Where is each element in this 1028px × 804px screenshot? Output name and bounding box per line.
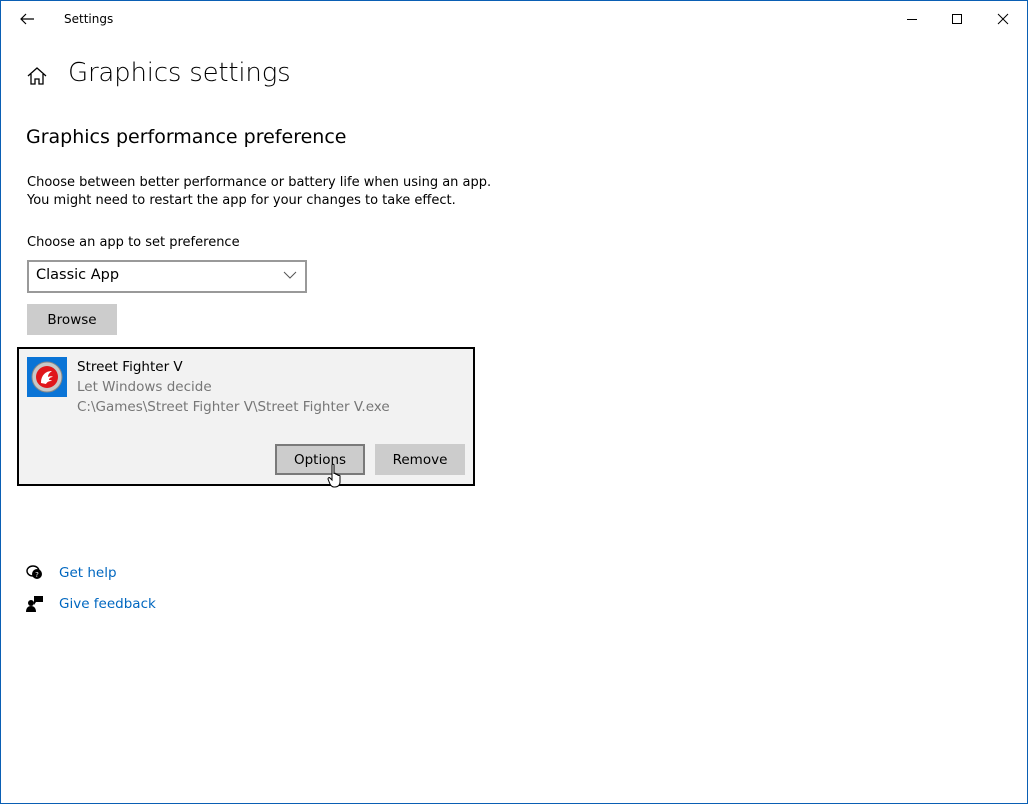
home-icon [27,67,47,85]
back-button[interactable] [15,7,39,31]
remove-button[interactable]: Remove [375,444,465,475]
app-preference: Let Windows decide [77,379,212,395]
page-title: Graphics settings [68,58,291,88]
app-name: Street Fighter V [77,359,183,375]
svg-text:?: ? [35,571,39,579]
get-help-link[interactable]: ? Get help [25,563,117,583]
home-button[interactable] [25,64,49,88]
app-entry-card[interactable]: Street Fighter V Let Windows decide C:\G… [17,347,475,486]
street-fighter-logo-icon [31,361,63,393]
window-title: Settings [64,12,114,26]
get-help-label[interactable]: Get help [59,565,117,581]
feedback-icon [26,596,43,612]
choose-app-label: Choose an app to set preference [27,235,240,250]
give-feedback-link[interactable]: Give feedback [25,594,156,614]
maximize-icon [952,14,962,24]
close-button[interactable] [980,1,1026,37]
settings-window: Settings Graphics settings Graphics perf… [0,0,1028,804]
description-line-1: Choose between better performance or bat… [27,175,492,190]
hand-cursor-icon [327,463,341,488]
maximize-button[interactable] [934,1,980,37]
minimize-button[interactable] [889,1,935,37]
help-chat-icon: ? [26,565,42,579]
options-button[interactable]: Options [275,444,365,475]
give-feedback-label[interactable]: Give feedback [59,596,156,612]
minimize-icon [907,19,917,20]
description: Choose between better performance or bat… [27,174,491,210]
section-title: Graphics performance preference [26,126,347,148]
close-icon [997,13,1009,25]
title-bar: Settings [1,1,1027,37]
browse-button[interactable]: Browse [27,304,117,335]
app-icon [27,357,67,397]
app-type-dropdown[interactable]: Classic App [27,260,307,293]
app-type-value: Classic App [36,267,120,283]
app-path: C:\Games\Street Fighter V\Street Fighter… [77,399,390,415]
chevron-down-icon [283,271,297,279]
description-line-2: You might need to restart the app for yo… [27,193,456,208]
back-arrow-icon [20,13,34,25]
